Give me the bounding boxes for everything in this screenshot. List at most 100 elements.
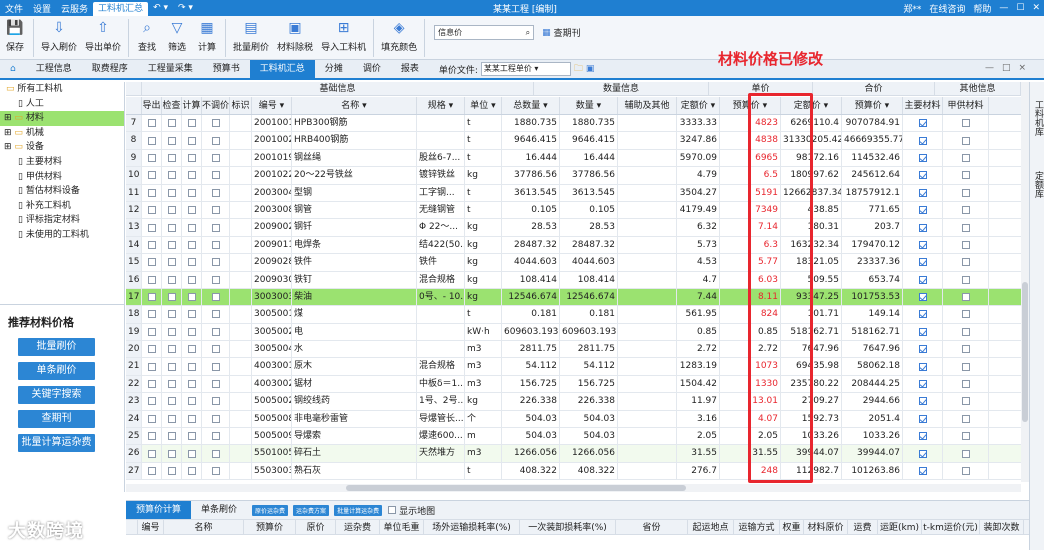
minimize-icon[interactable]: — bbox=[999, 3, 1008, 13]
tree-item[interactable]: ▯ 暂估材料设备 bbox=[0, 184, 124, 199]
checkbox[interactable] bbox=[147, 258, 156, 267]
name-cell[interactable]: 锯材 bbox=[292, 375, 417, 393]
quota-price-cell[interactable]: 11.97 bbox=[677, 393, 720, 410]
checkbox[interactable] bbox=[918, 153, 927, 162]
check-checkbox[interactable] bbox=[162, 341, 182, 358]
checkbox[interactable] bbox=[961, 310, 970, 319]
main-material-checkbox[interactable] bbox=[903, 167, 943, 184]
budget-price-cell[interactable]: 8.11 bbox=[720, 288, 781, 306]
checkbox[interactable] bbox=[961, 188, 970, 197]
checkbox[interactable] bbox=[187, 136, 196, 145]
unit-cell[interactable]: t bbox=[465, 306, 502, 323]
unit-cell[interactable]: kg bbox=[465, 393, 502, 410]
col-origin[interactable]: 起运地点 bbox=[688, 520, 734, 534]
col-flag[interactable]: 标识 bbox=[230, 97, 252, 114]
col-quota-price[interactable]: 定额价 ▾ bbox=[677, 97, 720, 114]
no-adjust-checkbox[interactable] bbox=[202, 254, 230, 271]
checkbox[interactable] bbox=[961, 153, 970, 162]
freight-plan-button[interactable]: 运杂费方案 bbox=[293, 504, 330, 516]
total-qty-cell[interactable]: 4044.603 bbox=[502, 254, 560, 271]
check-checkbox[interactable] bbox=[162, 184, 182, 201]
checkbox[interactable] bbox=[961, 171, 970, 180]
owner-supplied-checkbox[interactable] bbox=[943, 341, 989, 358]
checkbox[interactable] bbox=[211, 467, 220, 475]
owner-supplied-checkbox[interactable] bbox=[943, 236, 989, 254]
checkbox[interactable] bbox=[211, 223, 220, 232]
col-calc[interactable]: 计算 bbox=[182, 97, 202, 114]
owner-supplied-checkbox[interactable] bbox=[943, 115, 989, 132]
checkbox[interactable] bbox=[167, 345, 176, 354]
unit-cell[interactable]: m3 bbox=[465, 358, 502, 375]
check-checkbox[interactable] bbox=[162, 462, 182, 480]
checkbox[interactable] bbox=[187, 119, 196, 128]
col-distance[interactable]: 运距(km) bbox=[878, 520, 922, 534]
budget-price-cell[interactable]: 4823 bbox=[720, 115, 781, 132]
export-checkbox[interactable] bbox=[142, 428, 162, 445]
checkbox[interactable] bbox=[918, 119, 927, 128]
owner-supplied-checkbox[interactable] bbox=[943, 288, 989, 306]
qty-cell[interactable]: 28.53 bbox=[560, 219, 618, 236]
name-cell[interactable]: 电 bbox=[292, 323, 417, 341]
col-budget-price[interactable]: 预算价 ▾ bbox=[720, 97, 781, 114]
owner-supplied-checkbox[interactable] bbox=[943, 375, 989, 393]
checkbox[interactable] bbox=[211, 293, 220, 302]
quota-sum-cell[interactable]: 12662837.34 bbox=[781, 184, 842, 201]
fill-color-button[interactable]: ◈ 填充颜色 bbox=[381, 19, 417, 53]
code-cell[interactable]: 3003003 bbox=[252, 288, 292, 306]
aux-cell[interactable] bbox=[618, 149, 677, 167]
export-checkbox[interactable] bbox=[142, 288, 162, 306]
budget-price-cell[interactable]: 824 bbox=[720, 306, 781, 323]
budget-sum-cell[interactable]: 2944.66 bbox=[842, 393, 903, 410]
checkbox[interactable] bbox=[167, 362, 176, 371]
help-menu[interactable]: 帮助 bbox=[973, 2, 991, 15]
quota-price-cell[interactable]: 2.05 bbox=[677, 428, 720, 445]
checkbox[interactable] bbox=[167, 310, 176, 319]
batch-freight-calc-button[interactable]: 批量计算运杂费 bbox=[334, 504, 383, 516]
checkbox[interactable] bbox=[187, 206, 196, 215]
code-cell[interactable]: 5503003 bbox=[252, 462, 292, 480]
checkbox[interactable] bbox=[918, 188, 927, 197]
name-cell[interactable]: 铁件 bbox=[292, 254, 417, 271]
owner-supplied-checkbox[interactable] bbox=[943, 184, 989, 201]
no-adjust-checkbox[interactable] bbox=[202, 115, 230, 132]
tree-item[interactable]: ▯ 主要材料 bbox=[0, 155, 124, 170]
qty-cell[interactable]: 1266.056 bbox=[560, 445, 618, 462]
total-qty-cell[interactable]: 1880.735 bbox=[502, 115, 560, 132]
check-checkbox[interactable] bbox=[162, 393, 182, 410]
col-check[interactable]: 检查 bbox=[162, 97, 182, 114]
owner-supplied-checkbox[interactable] bbox=[943, 306, 989, 323]
quota-price-cell[interactable]: 5970.09 bbox=[677, 149, 720, 167]
code-cell[interactable]: 4003001 bbox=[252, 358, 292, 375]
checkbox[interactable] bbox=[918, 258, 927, 267]
budget-sum-cell[interactable]: 179470.12 bbox=[842, 236, 903, 254]
main-material-checkbox[interactable] bbox=[903, 288, 943, 306]
unit-cell[interactable]: kg bbox=[465, 167, 502, 184]
export-checkbox[interactable] bbox=[142, 149, 162, 167]
aux-cell[interactable] bbox=[618, 306, 677, 323]
checkbox[interactable] bbox=[187, 171, 196, 180]
quota-sum-cell[interactable]: 112982.7 bbox=[781, 462, 842, 480]
main-material-checkbox[interactable] bbox=[903, 375, 943, 393]
import-material-button[interactable]: ⊞ 导入工料机 bbox=[321, 19, 366, 53]
checkbox[interactable] bbox=[187, 275, 196, 284]
owner-supplied-checkbox[interactable] bbox=[943, 149, 989, 167]
checkbox[interactable] bbox=[211, 397, 220, 406]
quota-sum-cell[interactable]: 235780.22 bbox=[781, 375, 842, 393]
checkbox[interactable] bbox=[388, 506, 397, 514]
budget-price-cell[interactable]: 1073 bbox=[720, 358, 781, 375]
main-material-checkbox[interactable] bbox=[903, 323, 943, 341]
budget-sum-cell[interactable]: 2051.4 bbox=[842, 410, 903, 428]
checkbox[interactable] bbox=[187, 223, 196, 232]
table-row[interactable]: 13 2009002 钢钎 Φ 22～... kg 28.53 28.53 6.32 7.14 1… bbox=[126, 219, 1021, 237]
checkbox[interactable] bbox=[167, 414, 176, 423]
checkbox[interactable] bbox=[187, 258, 196, 267]
quota-price-cell[interactable]: 3.16 bbox=[677, 410, 720, 428]
tree-item[interactable]: ⊞ ▭ 设备 bbox=[0, 140, 124, 155]
table-row[interactable]: 24 5005008 非电毫秒雷管 导爆管长... 个 504.03 504.03 3.16 4… bbox=[126, 410, 1021, 429]
checkbox[interactable] bbox=[211, 449, 220, 458]
quota-price-cell[interactable]: 3504.27 bbox=[677, 184, 720, 201]
qty-cell[interactable]: 16.444 bbox=[560, 149, 618, 167]
unit-cell[interactable]: kW·h bbox=[465, 323, 502, 341]
no-adjust-checkbox[interactable] bbox=[202, 445, 230, 462]
spec-cell[interactable] bbox=[417, 462, 465, 480]
